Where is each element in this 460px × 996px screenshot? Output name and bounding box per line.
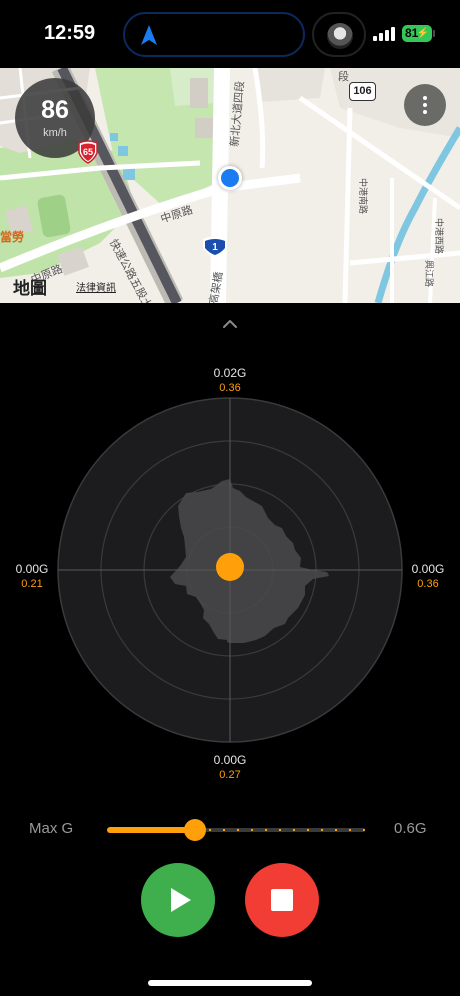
g-label-top: 0.02G 0.36 [200, 366, 260, 394]
slider-tick [293, 829, 295, 831]
start-recording-button[interactable] [141, 863, 215, 937]
route-1-label: 1 [212, 242, 218, 253]
chevron-up-icon[interactable] [221, 318, 239, 330]
legal-link[interactable]: 法律資訊 [76, 279, 116, 294]
slider-tick [265, 829, 267, 831]
route-65-label: 65 [83, 147, 93, 157]
battery-tip [433, 30, 435, 37]
max-g-slider[interactable] [107, 818, 367, 842]
slider-tick [251, 829, 253, 831]
play-icon [171, 888, 191, 912]
dynamic-island-navigation[interactable] [123, 12, 305, 57]
g-top-max: 0.36 [219, 382, 241, 394]
charging-bolt-icon: ⚡ [416, 28, 429, 39]
map-options-button[interactable] [404, 84, 446, 126]
g-bottom-max: 0.27 [219, 769, 241, 781]
g-force-plot [57, 397, 403, 743]
slider-tick [223, 829, 225, 831]
route-shield-65-icon: 65 [78, 140, 98, 164]
street-label: 中港南路 [358, 178, 368, 215]
g-label-right: 0.00G 0.36 [398, 562, 458, 590]
stop-icon [271, 889, 293, 911]
g-right-current: 0.00G [411, 562, 445, 576]
map-view[interactable]: 86 km/h 65 106 1 新北大道四段 中原路 中原路 快速公路五股土 … [0, 68, 460, 303]
slider-tick [349, 829, 351, 831]
street-label: 興江路 [424, 260, 434, 288]
now-playing-bubble[interactable] [312, 12, 366, 57]
speed-value: 86 [41, 96, 69, 124]
album-art-icon [327, 23, 353, 49]
slider-tick [279, 829, 281, 831]
battery-icon: 81 ⚡ [402, 25, 432, 42]
street-label: 段 [338, 71, 349, 83]
slider-fill [107, 827, 195, 833]
clock: 12:59 [44, 22, 96, 44]
g-force-meter: 0.02G 0.36 0.00G 0.21 0.00G 0.36 0.00G 0… [0, 360, 460, 800]
g-bottom-current: 0.00G [213, 753, 247, 767]
status-bar: 12:59 81 ⚡ [0, 0, 460, 68]
g-left-current: 0.00G [15, 562, 49, 576]
g-label-bottom: 0.00G 0.27 [200, 753, 260, 781]
slider-tick [237, 829, 239, 831]
slider-tick [363, 829, 365, 831]
speed-unit: km/h [43, 127, 67, 139]
max-g-label: Max G [29, 820, 74, 837]
cellular-signal-icon [373, 27, 397, 41]
g-right-max: 0.36 [417, 578, 439, 590]
route-106-badge: 106 [349, 82, 376, 101]
poi-label[interactable]: 當勞 [0, 228, 24, 245]
slider-knob[interactable] [184, 819, 206, 841]
max-g-value: 0.6G [394, 820, 427, 837]
g-top-current: 0.02G [213, 366, 247, 380]
g-left-max: 0.21 [21, 578, 43, 590]
street-label: 中港西路 [434, 218, 444, 255]
stop-recording-button[interactable] [245, 863, 319, 937]
slider-tick [209, 829, 211, 831]
current-location-dot [218, 166, 242, 190]
navigation-arrow-icon [141, 25, 157, 45]
g-label-left: 0.00G 0.21 [2, 562, 62, 590]
slider-tick [335, 829, 337, 831]
g-current-dot [216, 553, 244, 581]
maps-logo: 地圖 [13, 274, 47, 299]
route-shield-1-icon: 1 [203, 236, 227, 257]
slider-tick [321, 829, 323, 831]
home-indicator[interactable] [148, 980, 312, 986]
slider-tick [307, 829, 309, 831]
maps-logo-text: 地圖 [13, 279, 47, 298]
